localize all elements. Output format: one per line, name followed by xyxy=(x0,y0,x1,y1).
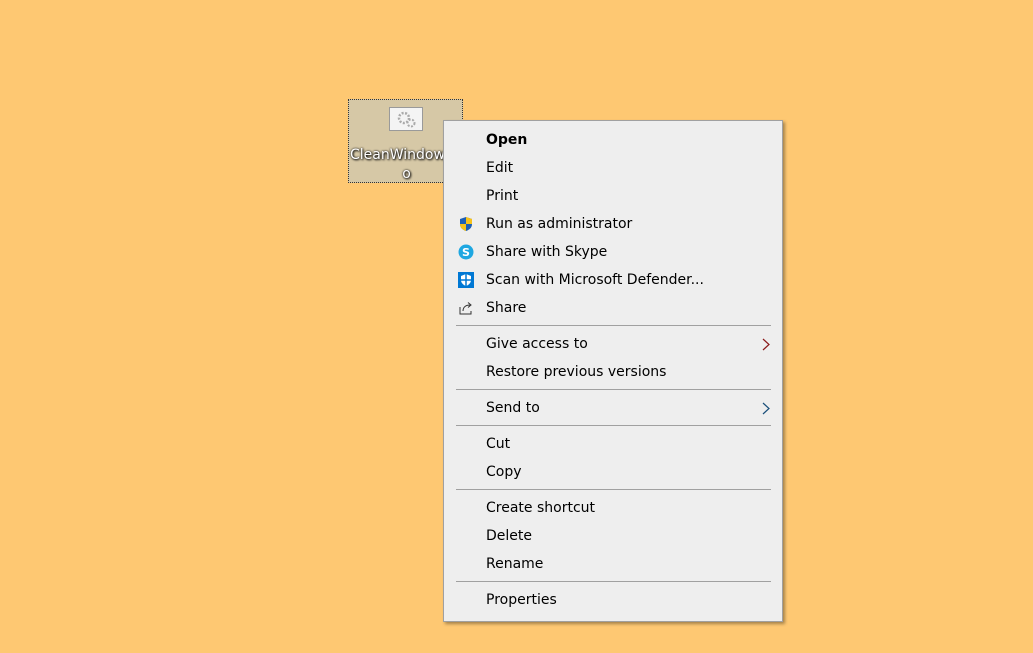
menu-item-label: Rename xyxy=(486,556,544,572)
menu-item-rename[interactable]: Rename xyxy=(444,550,782,578)
menu-item-label: Open xyxy=(486,132,528,148)
menu-item-label: Print xyxy=(486,188,519,204)
menu-item-properties[interactable]: Properties xyxy=(444,586,782,614)
gears-app-icon xyxy=(389,107,423,131)
menu-item-create-shortcut[interactable]: Create shortcut xyxy=(444,494,782,522)
menu-item-delete[interactable]: Delete xyxy=(444,522,782,550)
menu-item-cut[interactable]: Cut xyxy=(444,430,782,458)
menu-item-label: Share with Skype xyxy=(486,244,608,260)
menu-item-label: Send to xyxy=(486,400,540,416)
menu-item-print[interactable]: Print xyxy=(444,182,782,210)
menu-item-share-with-skype[interactable]: S Share with Skype xyxy=(444,238,782,266)
menu-separator xyxy=(456,425,771,426)
menu-item-scan-defender[interactable]: Scan with Microsoft Defender... xyxy=(444,266,782,294)
menu-item-open[interactable]: Open xyxy=(444,126,782,154)
menu-separator xyxy=(456,325,771,326)
menu-separator xyxy=(456,389,771,390)
skype-icon: S xyxy=(458,244,474,260)
menu-separator xyxy=(456,489,771,490)
menu-separator xyxy=(456,581,771,582)
svg-text:S: S xyxy=(462,246,470,259)
menu-item-label: Delete xyxy=(486,528,532,544)
menu-item-label: Restore previous versions xyxy=(486,364,667,380)
menu-item-run-as-administrator[interactable]: Run as administrator xyxy=(444,210,782,238)
menu-item-send-to[interactable]: Send to xyxy=(444,394,782,422)
menu-item-label: Copy xyxy=(486,464,522,480)
defender-icon xyxy=(458,272,474,288)
share-icon xyxy=(459,302,472,315)
context-menu: Open Edit Print Run as administrator S S… xyxy=(443,120,783,622)
menu-item-edit[interactable]: Edit xyxy=(444,154,782,182)
menu-item-label: Run as administrator xyxy=(486,216,633,232)
menu-item-label: Give access to xyxy=(486,336,588,352)
menu-item-restore-previous-versions[interactable]: Restore previous versions xyxy=(444,358,782,386)
chevron-right-icon xyxy=(762,338,770,351)
menu-item-copy[interactable]: Copy xyxy=(444,458,782,486)
menu-item-label: Scan with Microsoft Defender... xyxy=(486,272,704,288)
menu-item-label: Share xyxy=(486,300,527,316)
menu-item-share[interactable]: Share xyxy=(444,294,782,322)
chevron-right-icon xyxy=(762,402,770,415)
menu-item-label: Properties xyxy=(486,592,557,608)
menu-item-label: Cut xyxy=(486,436,511,452)
menu-item-give-access-to[interactable]: Give access to xyxy=(444,330,782,358)
uac-shield-icon xyxy=(460,217,472,231)
menu-item-label: Edit xyxy=(486,160,514,176)
menu-item-label: Create shortcut xyxy=(486,500,596,516)
